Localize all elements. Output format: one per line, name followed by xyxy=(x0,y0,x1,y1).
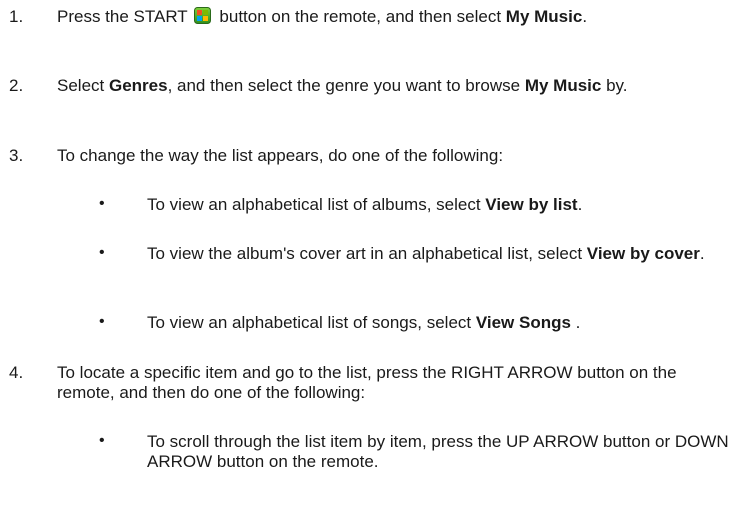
bullet-marker: • xyxy=(99,244,105,261)
step-2-text-a: Select xyxy=(57,76,109,95)
step-number-3: 3. xyxy=(9,146,24,165)
step-2-bold-b: My Music xyxy=(524,76,602,95)
bullet-end: . xyxy=(699,244,705,263)
bullet-end: . xyxy=(577,195,583,214)
step-number-2: 2. xyxy=(9,76,24,95)
step-1-text-c: . xyxy=(582,7,588,26)
step-2-text: Select Genres, and then select the genre… xyxy=(57,76,737,96)
instruction-document: 1. Press the START button on the remote,… xyxy=(0,0,744,531)
bullet-text: To view an alphabetical list of albums, … xyxy=(147,195,486,214)
bullet-text: To view the album's cover art in an alph… xyxy=(147,244,587,263)
step-2-text-c: by. xyxy=(601,76,628,95)
windows-start-icon xyxy=(193,7,211,24)
bullet-marker: • xyxy=(99,432,105,449)
bullet-bold: View by list xyxy=(485,195,578,214)
step-1-text-a: Press the START xyxy=(57,7,188,26)
bullet-marker: • xyxy=(99,195,105,212)
step-2-bold-a: Genres xyxy=(108,76,168,95)
step-3-bullet-3: To view an alphabetical list of songs, s… xyxy=(147,313,737,333)
step-1-text-b: button on the remote, and then select xyxy=(214,7,506,26)
step-3-text: To change the way the list appears, do o… xyxy=(57,146,504,165)
bullet-text: To view an alphabetical list of songs, s… xyxy=(147,313,476,332)
step-4-text: To locate a specific item and go to the … xyxy=(57,363,677,402)
step-4-bullet-1: To scroll through the list item by item,… xyxy=(147,432,729,471)
step-2-text-b: , and then select the genre you want to … xyxy=(167,76,525,95)
step-1-bold-b: My Music xyxy=(505,7,583,26)
bullet-end: . xyxy=(570,313,581,332)
bullet-bold: View by cover xyxy=(586,244,700,263)
step-3-bullet-1: To view an alphabetical list of albums, … xyxy=(147,195,737,215)
step-number-4: 4. xyxy=(9,363,24,382)
step-3-bullet-2: To view the album's cover art in an alph… xyxy=(147,244,737,264)
step-1-text: Press the START button on the remote, an… xyxy=(57,7,737,27)
step-number-1: 1. xyxy=(9,7,24,26)
bullet-marker: • xyxy=(99,313,105,330)
bullet-bold: View Songs xyxy=(475,313,571,332)
